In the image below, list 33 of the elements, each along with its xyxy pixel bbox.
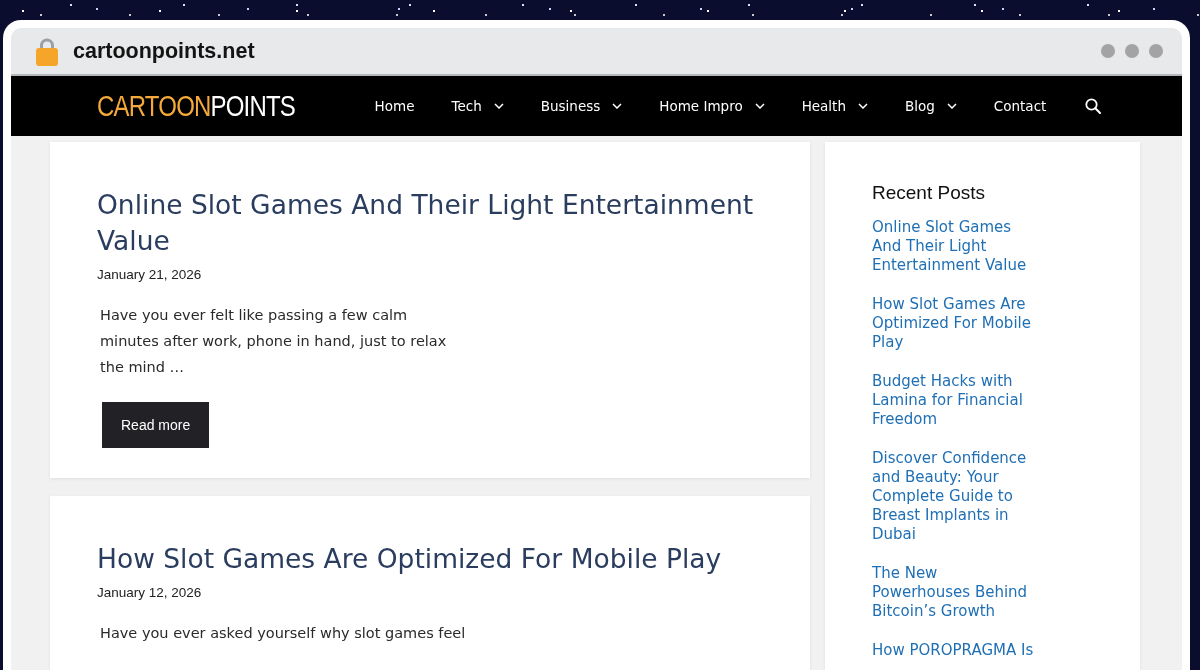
window-dot-icon[interactable] bbox=[1125, 44, 1139, 58]
caret-icon bbox=[946, 103, 957, 109]
nav-link[interactable]: Health bbox=[801, 98, 868, 114]
nav-link[interactable]: Home Impro bbox=[659, 98, 765, 114]
window-dot-icon[interactable] bbox=[1149, 44, 1163, 58]
caret-icon bbox=[612, 103, 623, 109]
nav-link[interactable]: Tech bbox=[451, 98, 504, 114]
nav-link[interactable]: Contact bbox=[993, 98, 1047, 114]
caret-icon bbox=[493, 103, 504, 109]
recent-post-link[interactable]: Budget Hacks with Lamina for Financial Freedom bbox=[872, 372, 1038, 429]
recent-post-link[interactable]: Discover Confidence and Beauty: Your Complete Guide to Breast Implants in Dubai bbox=[872, 449, 1038, 544]
post-date: January 12, 2026 bbox=[97, 585, 202, 600]
post-date: January 21, 2026 bbox=[97, 267, 202, 282]
recent-post-link[interactable]: How POROPRAGMA Is bbox=[872, 641, 1034, 660]
recent-post-link[interactable]: How Slot Games Are Optimized For Mobile Play bbox=[872, 295, 1038, 352]
padlock-icon bbox=[35, 36, 59, 66]
nav-link[interactable]: Business bbox=[540, 98, 623, 114]
post-title-link[interactable]: How Slot Games Are Optimized For Mobile Play bbox=[97, 541, 722, 577]
post-excerpt: Have you ever felt like passing a few calm minutes after work, phone in hand, just to relax the mind … bbox=[100, 306, 448, 377]
search-icon[interactable] bbox=[1085, 98, 1102, 114]
site-logo[interactable]: CARTOONPOINTS bbox=[97, 89, 296, 123]
caret-icon bbox=[754, 103, 765, 109]
read-more-button[interactable]: Read more bbox=[102, 402, 210, 448]
window-dot-icon[interactable] bbox=[1101, 44, 1115, 58]
recent-post-link[interactable]: The New Powerhouses Behind Bitcoin’s Growth bbox=[872, 564, 1038, 621]
post-excerpt: Have you ever asked yourself why slot games feel bbox=[100, 624, 466, 643]
nav-link[interactable]: Home bbox=[374, 98, 415, 114]
nav-link[interactable]: Blog bbox=[905, 98, 957, 114]
caret-icon bbox=[858, 103, 868, 109]
post-title-link[interactable]: Online Slot Games And Their Light Entertainment Value bbox=[97, 187, 763, 259]
url-text[interactable]: cartoonpoints.net bbox=[73, 38, 255, 64]
recent-post-link[interactable]: Online Slot Games And Their Light Entertainment Value bbox=[872, 218, 1038, 275]
widget-heading: Recent Posts bbox=[872, 182, 985, 204]
